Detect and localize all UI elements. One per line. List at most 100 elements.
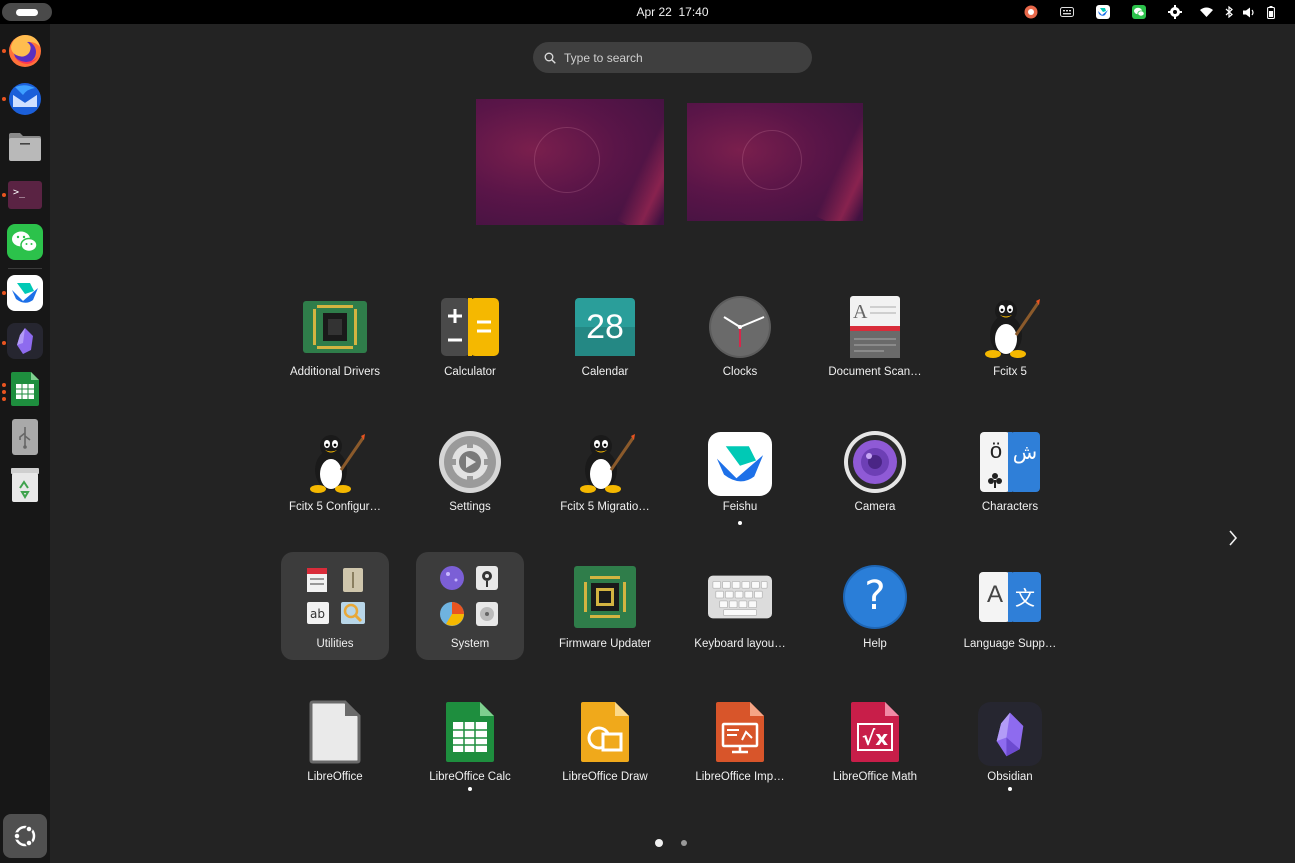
system-monitor-mini-icon bbox=[476, 566, 498, 590]
bluetooth-icon[interactable] bbox=[1219, 4, 1239, 20]
dock-item-firefox[interactable] bbox=[5, 31, 45, 71]
dock-item-terminal[interactable]: >_ bbox=[5, 175, 45, 215]
app-label: Fcitx 5 Configur… bbox=[288, 501, 382, 513]
wechat-icon bbox=[7, 224, 43, 260]
app-label: Firmware Updater bbox=[558, 638, 652, 650]
folder-system[interactable]: System bbox=[416, 552, 524, 660]
app-calculator[interactable]: Calculator bbox=[416, 287, 524, 395]
wifi-icon[interactable] bbox=[1193, 4, 1219, 20]
calc-icon bbox=[11, 372, 39, 406]
app-characters[interactable]: ö ش Characters bbox=[956, 422, 1064, 530]
clock-icon bbox=[708, 295, 772, 359]
document-viewer-mini-icon bbox=[307, 568, 327, 592]
obsidian-icon bbox=[978, 700, 1042, 766]
svg-text:A: A bbox=[853, 301, 868, 323]
app-help[interactable]: ? Help bbox=[821, 557, 929, 665]
app-label: LibreOffice Draw bbox=[562, 771, 648, 783]
dock-item-libreoffice-calc[interactable] bbox=[5, 369, 45, 409]
app-libreoffice[interactable]: LibreOffice bbox=[281, 692, 389, 800]
activities-button[interactable] bbox=[2, 3, 52, 21]
dock-item-feishu[interactable] bbox=[5, 273, 45, 313]
help-icon: ? bbox=[843, 565, 907, 629]
dock-item-files[interactable] bbox=[5, 127, 45, 167]
math-glyph: √x bbox=[861, 726, 889, 750]
battery-icon[interactable] bbox=[1259, 4, 1283, 20]
app-additional-drivers[interactable]: Additional Drivers bbox=[281, 287, 389, 395]
dock-item-usb-drive[interactable] bbox=[5, 417, 45, 457]
app-label: Language Supp… bbox=[963, 638, 1057, 650]
wallpaper-streak bbox=[815, 103, 863, 221]
dock-item-thunderbird[interactable] bbox=[5, 79, 45, 119]
app-label: LibreOffice Math bbox=[832, 771, 918, 783]
app-obsidian[interactable]: Obsidian bbox=[956, 692, 1064, 800]
app-keyboard-layout[interactable]: Keyboard layou… bbox=[686, 557, 794, 665]
app-label: Fcitx 5 bbox=[993, 366, 1027, 378]
volume-icon[interactable] bbox=[1239, 4, 1259, 20]
app-label: Calendar bbox=[581, 366, 629, 378]
app-label: LibreOffice bbox=[307, 771, 363, 783]
chevron-right-icon[interactable] bbox=[1225, 528, 1241, 548]
impress-icon bbox=[708, 700, 772, 764]
characters-glyph-left: ö bbox=[989, 438, 1003, 463]
workspace-indicator bbox=[16, 8, 38, 16]
folder-preview: ab bbox=[303, 564, 367, 628]
app-label: LibreOffice Calc bbox=[429, 771, 511, 783]
app-libreoffice-impress[interactable]: LibreOffice Imp… bbox=[686, 692, 794, 800]
tux-icon bbox=[303, 430, 367, 494]
app-fcitx5-configuration[interactable]: Fcitx 5 Configur… bbox=[281, 422, 389, 530]
folder-preview bbox=[438, 564, 502, 628]
app-clocks[interactable]: Clocks bbox=[686, 287, 794, 395]
page-indicator-2[interactable] bbox=[681, 840, 687, 846]
app-fcitx5-migration[interactable]: Fcitx 5 Migratio… bbox=[551, 422, 659, 530]
app-firmware-updater[interactable]: Firmware Updater bbox=[551, 557, 659, 665]
settings-tray-icon[interactable] bbox=[1157, 4, 1193, 20]
search-bar[interactable] bbox=[533, 42, 812, 73]
help-glyph: ? bbox=[864, 573, 886, 619]
calc-icon bbox=[438, 700, 502, 764]
app-label: Keyboard layou… bbox=[694, 638, 786, 650]
language-glyph-right: 文 bbox=[1015, 586, 1035, 610]
folder-utilities[interactable]: ab Utilities bbox=[281, 552, 389, 660]
dock: >_ bbox=[0, 24, 50, 863]
image-viewer-mini-icon bbox=[341, 602, 365, 624]
app-libreoffice-calc[interactable]: LibreOffice Calc bbox=[416, 692, 524, 800]
app-label: Utilities bbox=[316, 638, 354, 650]
disks-mini-icon bbox=[476, 602, 498, 626]
search-icon bbox=[544, 52, 556, 64]
record-indicator-icon[interactable] bbox=[1013, 4, 1049, 20]
page-indicator-1[interactable] bbox=[655, 839, 663, 847]
app-libreoffice-math[interactable]: √x LibreOffice Math bbox=[821, 692, 929, 800]
app-settings[interactable]: Settings bbox=[416, 422, 524, 530]
dock-item-wechat[interactable] bbox=[5, 222, 45, 262]
gear-icon bbox=[438, 430, 502, 494]
workspace-thumbnail-1[interactable] bbox=[476, 99, 664, 225]
app-document-scanner[interactable]: A Document Scan… bbox=[821, 287, 929, 395]
feishu-icon bbox=[7, 275, 43, 311]
app-libreoffice-draw[interactable]: LibreOffice Draw bbox=[551, 692, 659, 800]
feishu-tray-icon[interactable] bbox=[1085, 4, 1121, 20]
dock-item-obsidian[interactable] bbox=[5, 321, 45, 361]
wechat-tray-icon[interactable] bbox=[1121, 4, 1157, 20]
app-label: Settings bbox=[449, 501, 491, 513]
app-calendar[interactable]: 28 Calendar bbox=[551, 287, 659, 395]
app-camera[interactable]: Camera bbox=[821, 422, 929, 530]
libreoffice-icon bbox=[303, 700, 367, 764]
app-label: Characters bbox=[981, 501, 1039, 513]
keyboard-icon[interactable] bbox=[1049, 4, 1085, 20]
dock-item-trash[interactable] bbox=[5, 465, 45, 505]
app-language-support[interactable]: A 文 Language Supp… bbox=[956, 557, 1064, 665]
search-input[interactable] bbox=[564, 50, 794, 65]
running-indicator bbox=[738, 521, 742, 525]
time-label: 17:40 bbox=[678, 5, 709, 19]
wallpaper-emblem bbox=[742, 130, 802, 190]
show-applications-button[interactable] bbox=[3, 814, 47, 858]
archive-mini-icon bbox=[343, 568, 363, 592]
workspace-thumbnail-2[interactable] bbox=[687, 103, 863, 221]
app-feishu[interactable]: Feishu bbox=[686, 422, 794, 530]
chip-icon bbox=[573, 565, 637, 629]
running-indicator bbox=[468, 787, 472, 791]
files-icon bbox=[9, 133, 41, 161]
app-fcitx5[interactable]: Fcitx 5 bbox=[956, 287, 1064, 395]
app-label: LibreOffice Imp… bbox=[695, 771, 785, 783]
app-label: Calculator bbox=[444, 366, 496, 378]
